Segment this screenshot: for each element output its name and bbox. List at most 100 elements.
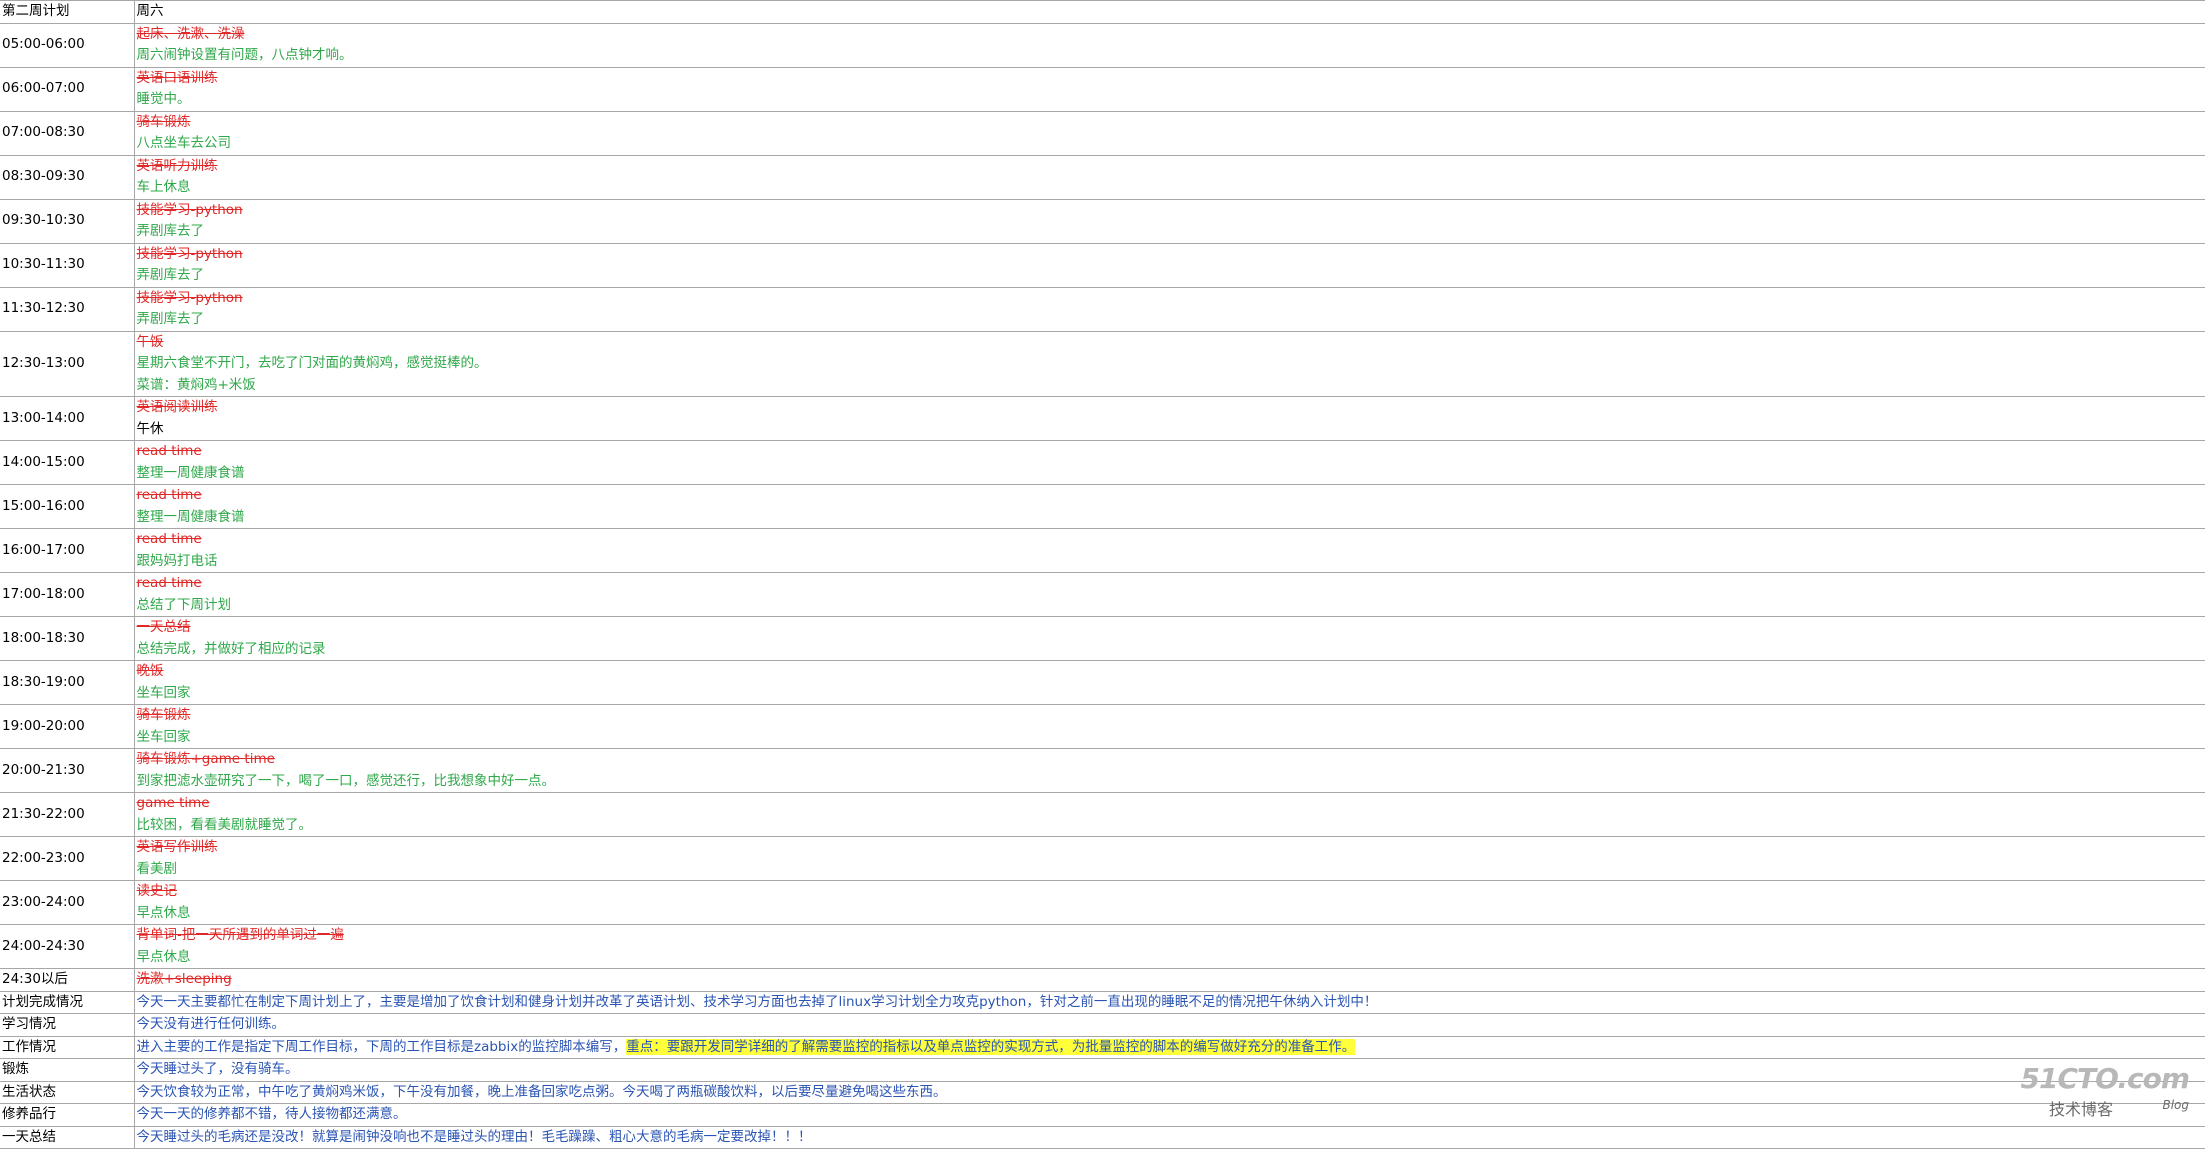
header-day[interactable]: 周六 — [134, 0, 2205, 24]
schedule-row: 15:00-16:00 read time 整理一周健康食谱 — [0, 484, 2205, 529]
time-slot-cell[interactable]: 16:00-17:00 — [0, 528, 135, 573]
time-slot-cell[interactable]: 14:00-15:00 — [0, 440, 135, 485]
time-slot-cell[interactable]: 24:30以后 — [0, 968, 135, 992]
site-watermark: 51CTO.com 技术博客 Blog — [2021, 1062, 2191, 1119]
actual-activity: 睡觉中。 — [136, 91, 191, 107]
summary-label[interactable]: 工作情况 — [0, 1035, 135, 1059]
schedule-row: 18:30-19:00 晚饭 坐车回家 — [0, 660, 2205, 705]
activity-cell[interactable]: 骑车锻炼 坐车回家 — [134, 704, 2205, 749]
planned-activity: 起床、洗漱、洗澡 — [136, 25, 245, 42]
schedule-row: 11:30-12:30 技能学习-python 弄剧库去了 — [0, 286, 2205, 332]
time-slot-cell[interactable]: 15:00-16:00 — [0, 484, 135, 529]
actual-activity: 弄剧库去了 — [136, 267, 205, 283]
time-slot-cell[interactable]: 07:00-08:30 — [0, 110, 135, 156]
actual-activity: 周六闹钟设置有问题，八点钟才响。 — [136, 47, 353, 63]
schedule-table: 第二周计划 周六 05:00-06:00 起床、洗漱、洗澡周六闹钟设置有问题，八点… — [0, 0, 2205, 1149]
watermark-subtitle: 技术博客 — [2049, 1100, 2114, 1119]
time-slot-cell[interactable]: 18:00-18:30 — [0, 616, 135, 661]
actual-activity: 早点休息 — [136, 904, 191, 921]
time-slot-cell[interactable]: 05:00-06:00 — [0, 22, 135, 68]
summary-text: 今天睡过头的毛病还是没改！就算是闹钟没响也不是睡过头的理由！毛毛躁躁、粗心大意的… — [136, 1128, 812, 1145]
summary-row: 计划完成情况 今天一天主要都忙在制定下周计划上了，主要是增加了饮食计划和健身计划并… — [0, 990, 2205, 1014]
time-slot-cell[interactable]: 13:00-14:00 — [0, 396, 135, 441]
time-slot-cell[interactable]: 22:00-23:00 — [0, 836, 135, 881]
activity-cell[interactable]: 洗漱+sleeping — [134, 968, 2205, 992]
planned-activity: read time — [136, 575, 202, 591]
summary-text-cell[interactable]: 今天睡过头的毛病还是没改！就算是闹钟没响也不是睡过头的理由！毛毛躁躁、粗心大意的… — [134, 1125, 2205, 1149]
activity-cell[interactable]: 一天总结 总结完成，并做好了相应的记录 — [134, 616, 2205, 661]
activity-cell[interactable]: game time 比较困，看看美剧就睡觉了。 — [134, 792, 2205, 837]
activity-cell[interactable]: 英语写作训练 看美剧 — [134, 836, 2205, 881]
activity-cell[interactable]: 英语听力训练 车上休息 — [134, 154, 2205, 200]
time-slot-cell[interactable]: 08:30-09:30 — [0, 154, 135, 200]
actual-activity: 弄剧库去了 — [136, 311, 205, 327]
time-slot-cell[interactable]: 17:00-18:00 — [0, 572, 135, 617]
header-plan-title[interactable]: 第二周计划 — [0, 0, 135, 24]
time-slot-cell[interactable]: 23:00-24:00 — [0, 880, 135, 925]
activity-cell[interactable]: 技能学习-python 弄剧库去了 — [134, 198, 2205, 244]
activity-cell[interactable]: 起床、洗漱、洗澡周六闹钟设置有问题，八点钟才响。 — [134, 22, 2205, 68]
schedule-row: 23:00-24:00 读史记早点休息 — [0, 880, 2205, 925]
planned-activity: read time — [136, 487, 202, 503]
summary-text-cell[interactable]: 今天一天的修养都不错，待人接物都还满意。 — [134, 1103, 2205, 1127]
time-slot-cell[interactable]: 11:30-12:30 — [0, 286, 135, 332]
activity-cell[interactable]: 技能学习-python 弄剧库去了 — [134, 286, 2205, 332]
time-slot-cell[interactable]: 18:30-19:00 — [0, 660, 135, 705]
summary-label[interactable]: 锻炼 — [0, 1058, 135, 1082]
summary-text: 今天饮食较为正常，中午吃了黄焖鸡米饭，下午没有加餐，晚上准备回家吃点粥。今天喝了… — [136, 1083, 947, 1100]
planned-activity: 读史记 — [136, 883, 178, 899]
planned-activity: 技能学习-python — [136, 289, 243, 306]
activity-cell[interactable]: 午饭 星期六食堂不开门，去吃了门对面的黄焖鸡，感觉挺棒的。 菜谱：黄焖鸡+米饭 — [134, 330, 2205, 397]
activity-cell[interactable]: 骑车锻炼+game time 到家把滤水壶研究了一下，喝了一口，感觉还行，比我想象… — [134, 748, 2205, 793]
time-slot-cell[interactable]: 24:00-24:30 — [0, 924, 135, 969]
schedule-row: 10:30-11:30 技能学习-python 弄剧库去了 — [0, 242, 2205, 288]
planned-activity: 英语听力训练 — [136, 157, 218, 174]
time-slot-cell[interactable]: 06:00-07:00 — [0, 66, 135, 112]
summary-text-cell[interactable]: 今天一天主要都忙在制定下周计划上了，主要是增加了饮食计划和健身计划并改革了英语计… — [134, 990, 2205, 1014]
actual-activity: 坐车回家 — [136, 684, 191, 701]
activity-cell[interactable]: 骑车锻炼 八点坐车去公司 — [134, 110, 2205, 156]
summary-label[interactable]: 计划完成情况 — [0, 990, 135, 1014]
summary-row: 锻炼 今天睡过头了，没有骑车。 — [0, 1058, 2205, 1082]
schedule-row: 05:00-06:00 起床、洗漱、洗澡周六闹钟设置有问题，八点钟才响。 — [0, 22, 2205, 68]
time-slot-cell[interactable]: 21:30-22:00 — [0, 792, 135, 837]
time-slot-cell[interactable]: 19:00-20:00 — [0, 704, 135, 749]
planned-activity: 技能学习-python — [136, 245, 243, 262]
activity-cell[interactable]: 晚饭 坐车回家 — [134, 660, 2205, 705]
activity-cell[interactable]: read time 整理一周健康食谱 — [134, 440, 2205, 485]
activity-cell[interactable]: 英语口语训练 睡觉中。 — [134, 66, 2205, 112]
actual-activity: 八点坐车去公司 — [136, 135, 232, 151]
time-slot-cell[interactable]: 09:30-10:30 — [0, 198, 135, 244]
actual-activity: 车上休息 — [136, 179, 191, 195]
summary-text-cell[interactable]: 今天没有进行任何训练。 — [134, 1013, 2205, 1037]
time-slot-cell[interactable]: 10:30-11:30 — [0, 242, 135, 288]
actual-activity: 午休 — [136, 420, 164, 437]
summary-label[interactable]: 一天总结 — [0, 1125, 135, 1149]
planned-activity: read time — [136, 443, 202, 459]
activity-cell[interactable]: 读史记 早点休息 — [134, 880, 2205, 925]
summary-row: 生活状态 今天饮食较为正常，中午吃了黄焖鸡米饭，下午没有加餐，晚上准备回家吃点粥。… — [0, 1080, 2205, 1104]
actual-activity: 星期六食堂不开门，去吃了门对面的黄焖鸡，感觉挺棒的。 — [136, 355, 488, 371]
highlighted-note: 重点：要跟开发同学详细的了解需要监控的指标以及单点监控的实现方式，为批量监控的脚… — [626, 1038, 1356, 1055]
summary-text-cell[interactable]: 进入主要的工作是指定下周工作目标，下周的工作目标是zabbix的监控脚本编写，重… — [134, 1035, 2205, 1059]
activity-cell[interactable]: 背单词-把一天所遇到的单词过一遍 早点休息 — [134, 924, 2205, 969]
activity-cell[interactable]: read time 总结了下周计划 — [134, 572, 2205, 617]
summary-label[interactable]: 生活状态 — [0, 1080, 135, 1104]
summary-label[interactable]: 学习情况 — [0, 1013, 135, 1037]
activity-cell[interactable]: 英语阅读训练 午休 — [134, 396, 2205, 441]
summary-label[interactable]: 修养品行 — [0, 1103, 135, 1127]
summary-text-cell[interactable]: 今天饮食较为正常，中午吃了黄焖鸡米饭，下午没有加餐，晚上准备回家吃点粥。今天喝了… — [134, 1080, 2205, 1104]
schedule-row: 07:00-08:30 骑车锻炼 八点坐车去公司 — [0, 110, 2205, 156]
schedule-row: 21:30-22:00 game time 比较困，看看美剧就睡觉了。 — [0, 792, 2205, 837]
activity-cell[interactable]: read time 整理一周健康食谱 — [134, 484, 2205, 529]
activity-cell[interactable]: read time 跟妈妈打电话 — [134, 528, 2205, 573]
watermark-blog: Blog — [2162, 1098, 2189, 1112]
summary-row: 修养品行 今天一天的修养都不错，待人接物都还满意。 — [0, 1103, 2205, 1127]
activity-cell[interactable]: 技能学习-python 弄剧库去了 — [134, 242, 2205, 288]
schedule-sheet: 第二周计划 周六 05:00-06:00 起床、洗漱、洗澡周六闹钟设置有问题，八点… — [0, 0, 2205, 1149]
summary-row: 一天总结 今天睡过头的毛病还是没改！就算是闹钟没响也不是睡过头的理由！毛毛躁躁、粗… — [0, 1125, 2205, 1149]
summary-text: 今天一天的修养都不错，待人接物都还满意。 — [136, 1106, 407, 1122]
time-slot-cell[interactable]: 12:30-13:00 — [0, 330, 135, 397]
time-slot-cell[interactable]: 20:00-21:30 — [0, 748, 135, 793]
summary-text-cell[interactable]: 今天睡过头了，没有骑车。 — [134, 1058, 2205, 1082]
